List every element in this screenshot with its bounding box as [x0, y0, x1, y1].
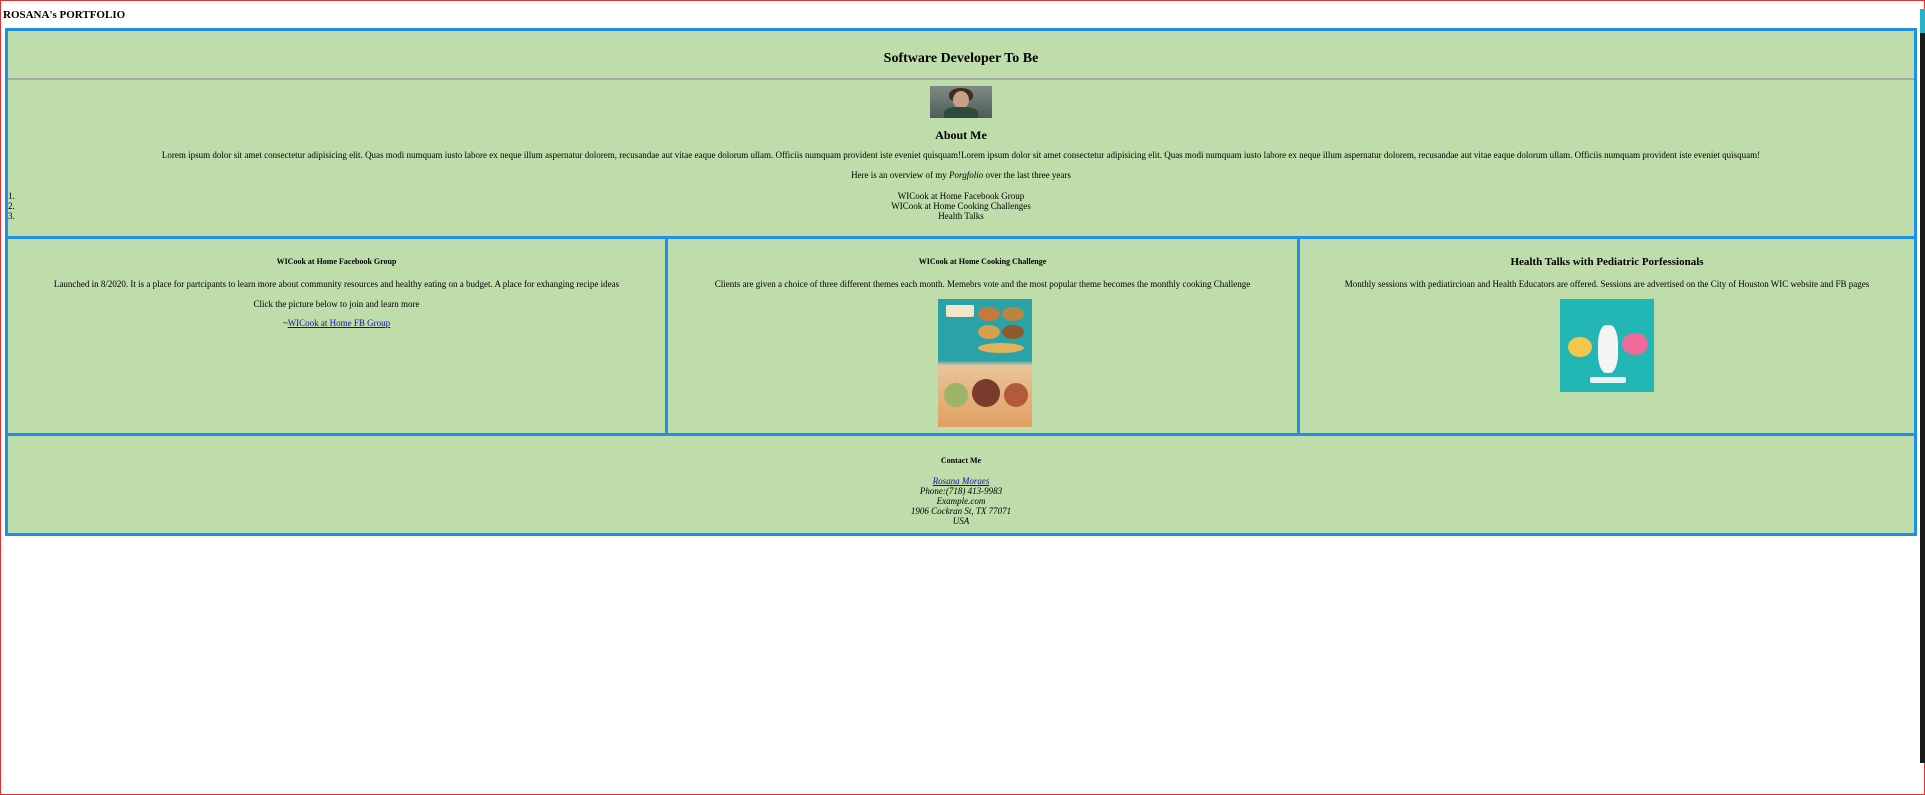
- contact-email: Example.com: [936, 496, 986, 506]
- overview-text: Here is an overview of my Porgfolio over…: [851, 170, 1071, 180]
- portfolio-container: Software Developer To Be About Me Lorem …: [5, 28, 1917, 536]
- about-text: Lorem ipsum dolor sit amet consectetur a…: [161, 150, 1761, 160]
- contact-phone: Phone:(718) 413-9983: [919, 486, 1003, 496]
- scrollbar-thumb[interactable]: [1920, 33, 1925, 763]
- portfolio-emphasis: Porgfolio: [949, 170, 984, 180]
- projects-row: WICook at Home Facebook Group Launched i…: [8, 236, 1914, 436]
- contact-country: USA: [952, 516, 970, 526]
- contact-heading: Contact Me: [940, 456, 982, 465]
- contact-section: Contact Me Rosana Moraes Phone:(718) 413…: [8, 436, 1914, 533]
- portfolio-list: 1. WICook at Home Facebook Group 2. WICook…: [8, 191, 1914, 221]
- cooking-challenge-flyer-image[interactable]: [938, 299, 1032, 427]
- card-link-line: ~WICook at Home FB Group: [282, 318, 391, 328]
- about-section: About Me Lorem ipsum dolor sit amet cons…: [8, 81, 1914, 235]
- health-talks-card: Health Talks with Pediatric Porfessional…: [1300, 239, 1914, 433]
- card-title: WICook at Home Facebook Group: [276, 257, 397, 266]
- card-description: Launched in 8/2020. It is a place for pa…: [53, 279, 620, 289]
- contact-street: 1906 Cockran St, TX 77071: [910, 506, 1012, 516]
- contact-address: Rosana Moraes Phone:(718) 413-9983 Examp…: [8, 476, 1914, 526]
- card-title: WICook at Home Cooking Challenge: [918, 257, 1047, 266]
- facebook-group-link[interactable]: WICook at Home FB Group: [288, 318, 391, 328]
- facebook-group-card: WICook at Home Facebook Group Launched i…: [8, 239, 668, 433]
- health-talk-flyer-image[interactable]: [1560, 299, 1654, 392]
- list-item: 2. WICook at Home Cooking Challenges: [8, 201, 1031, 211]
- list-item: 3. Health Talks: [8, 211, 984, 221]
- card-description: Clients are given a choice of three diff…: [714, 279, 1251, 289]
- card-description: Monthly sessions with pediatircioan and …: [1344, 279, 1870, 289]
- list-item: 1. WICook at Home Facebook Group: [8, 191, 1025, 201]
- site-title: ROSANA's PORTFOLIO: [3, 9, 126, 21]
- card-title: Health Talks with Pediatric Porfessional…: [1510, 256, 1704, 268]
- card-cta: Click the picture below to join and lear…: [253, 299, 420, 309]
- scrollbar-track[interactable]: [1920, 9, 1925, 33]
- page-header: Software Developer To Be: [8, 31, 1914, 80]
- cooking-challenge-card: WICook at Home Cooking Challenge Clients…: [668, 239, 1300, 433]
- profile-photo: [930, 86, 992, 118]
- contact-name-link[interactable]: Rosana Moraes: [933, 476, 990, 486]
- page-title: Software Developer To Be: [883, 51, 1039, 66]
- about-heading: About Me: [935, 128, 987, 142]
